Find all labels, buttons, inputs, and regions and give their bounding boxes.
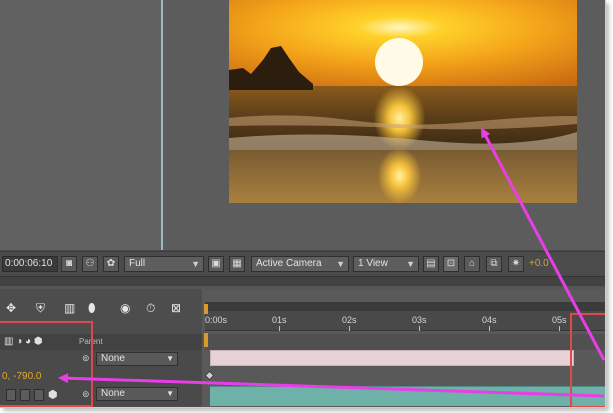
chevron-down-icon: ▼ bbox=[191, 259, 200, 269]
brainstorm-icon[interactable]: ⊠ bbox=[171, 301, 181, 315]
resolution-dropdown[interactable]: Full ▼ bbox=[124, 256, 204, 272]
color-channel-icon[interactable]: ✿ bbox=[103, 256, 119, 272]
sunset-footage-frame bbox=[229, 0, 577, 203]
ruler-tick bbox=[349, 326, 350, 331]
current-time-indicator[interactable] bbox=[204, 333, 208, 347]
layer-duration-bar[interactable] bbox=[210, 386, 605, 406]
parent-dropdown-label: None bbox=[101, 353, 125, 364]
ruler-tick-label: 01s bbox=[272, 315, 287, 325]
hide-shy-layers-icon[interactable]: ▥ bbox=[64, 301, 75, 315]
time-ruler[interactable] bbox=[205, 311, 605, 331]
exposure-value[interactable]: +0.0 bbox=[529, 258, 549, 269]
region-of-interest-icon[interactable]: ▣ bbox=[208, 256, 224, 272]
current-time-indicator[interactable] bbox=[204, 304, 208, 314]
highlight-box-left bbox=[0, 321, 93, 407]
view-layout-label: 1 View bbox=[358, 258, 388, 269]
viewer-pasteboard-left bbox=[0, 0, 161, 250]
camera-view-dropdown[interactable]: Active Camera ▼ bbox=[251, 256, 349, 272]
chevron-down-icon: ▼ bbox=[336, 259, 345, 269]
guide-line[interactable] bbox=[161, 0, 163, 250]
ruler-tick-label: 02s bbox=[342, 315, 357, 325]
flowchart-icon[interactable]: ⧉ bbox=[486, 256, 502, 272]
timeline-header-bar bbox=[205, 334, 605, 350]
fast-previews-icon[interactable]: ⊡ bbox=[443, 256, 459, 272]
ruler-tick-label: 03s bbox=[412, 315, 427, 325]
after-effects-window: 0:00:06:10 ◙ ⚇ ✿ Full ▼ ▣ ▦ Active Camer… bbox=[0, 0, 606, 408]
camera-view-label: Active Camera bbox=[256, 258, 322, 269]
motion-blur-icon[interactable]: ◉ bbox=[120, 301, 130, 315]
show-snapshot-icon[interactable]: ⚇ bbox=[82, 256, 98, 272]
highlight-box-right bbox=[570, 313, 605, 407]
composition-viewer bbox=[0, 0, 605, 250]
ruler-tick-label: 0:00s bbox=[205, 315, 228, 325]
parent-dropdown-label: None bbox=[101, 388, 125, 399]
panel-divider bbox=[0, 276, 605, 286]
sunset-image bbox=[229, 0, 577, 203]
frame-blending-icon[interactable]: ⬮ bbox=[88, 301, 96, 316]
composition-mini-flowchart-icon[interactable]: ✥ bbox=[6, 301, 16, 315]
chevron-down-icon: ▼ bbox=[166, 354, 174, 363]
work-area-bar[interactable] bbox=[205, 302, 605, 311]
viewer-toolbar: 0:00:06:10 ◙ ⚇ ✿ Full ▼ ▣ ▦ Active Camer… bbox=[0, 251, 605, 275]
ruler-tick bbox=[279, 326, 280, 331]
ruler-tick bbox=[419, 326, 420, 331]
transparency-grid-icon[interactable]: ▦ bbox=[229, 256, 245, 272]
chevron-down-icon: ▼ bbox=[166, 389, 174, 398]
view-layout-dropdown[interactable]: 1 View ▼ bbox=[353, 256, 419, 272]
draft-3d-icon[interactable]: ⛨ bbox=[36, 301, 45, 316]
exposure-reset-icon[interactable]: ✷ bbox=[508, 256, 524, 272]
ruler-tick bbox=[559, 326, 560, 331]
parent-dropdown[interactable]: None ▼ bbox=[96, 387, 178, 401]
toggle-pixel-aspect-icon[interactable]: ▤ bbox=[423, 256, 439, 272]
chevron-down-icon: ▼ bbox=[406, 259, 415, 269]
parent-dropdown[interactable]: None ▼ bbox=[96, 352, 178, 366]
layer-duration-bar[interactable] bbox=[210, 350, 574, 366]
graph-editor-icon[interactable]: ⏱ bbox=[146, 301, 155, 316]
ruler-tick-label: 05s bbox=[552, 315, 567, 325]
ruler-tick-label: 04s bbox=[482, 315, 497, 325]
camera-snapshot-icon[interactable]: ◙ bbox=[61, 256, 77, 272]
timecode-display[interactable]: 0:00:06:10 bbox=[2, 256, 58, 272]
ruler-tick bbox=[489, 326, 490, 331]
timeline-icon[interactable]: ⌂ bbox=[464, 256, 480, 272]
resolution-label: Full bbox=[129, 258, 146, 269]
